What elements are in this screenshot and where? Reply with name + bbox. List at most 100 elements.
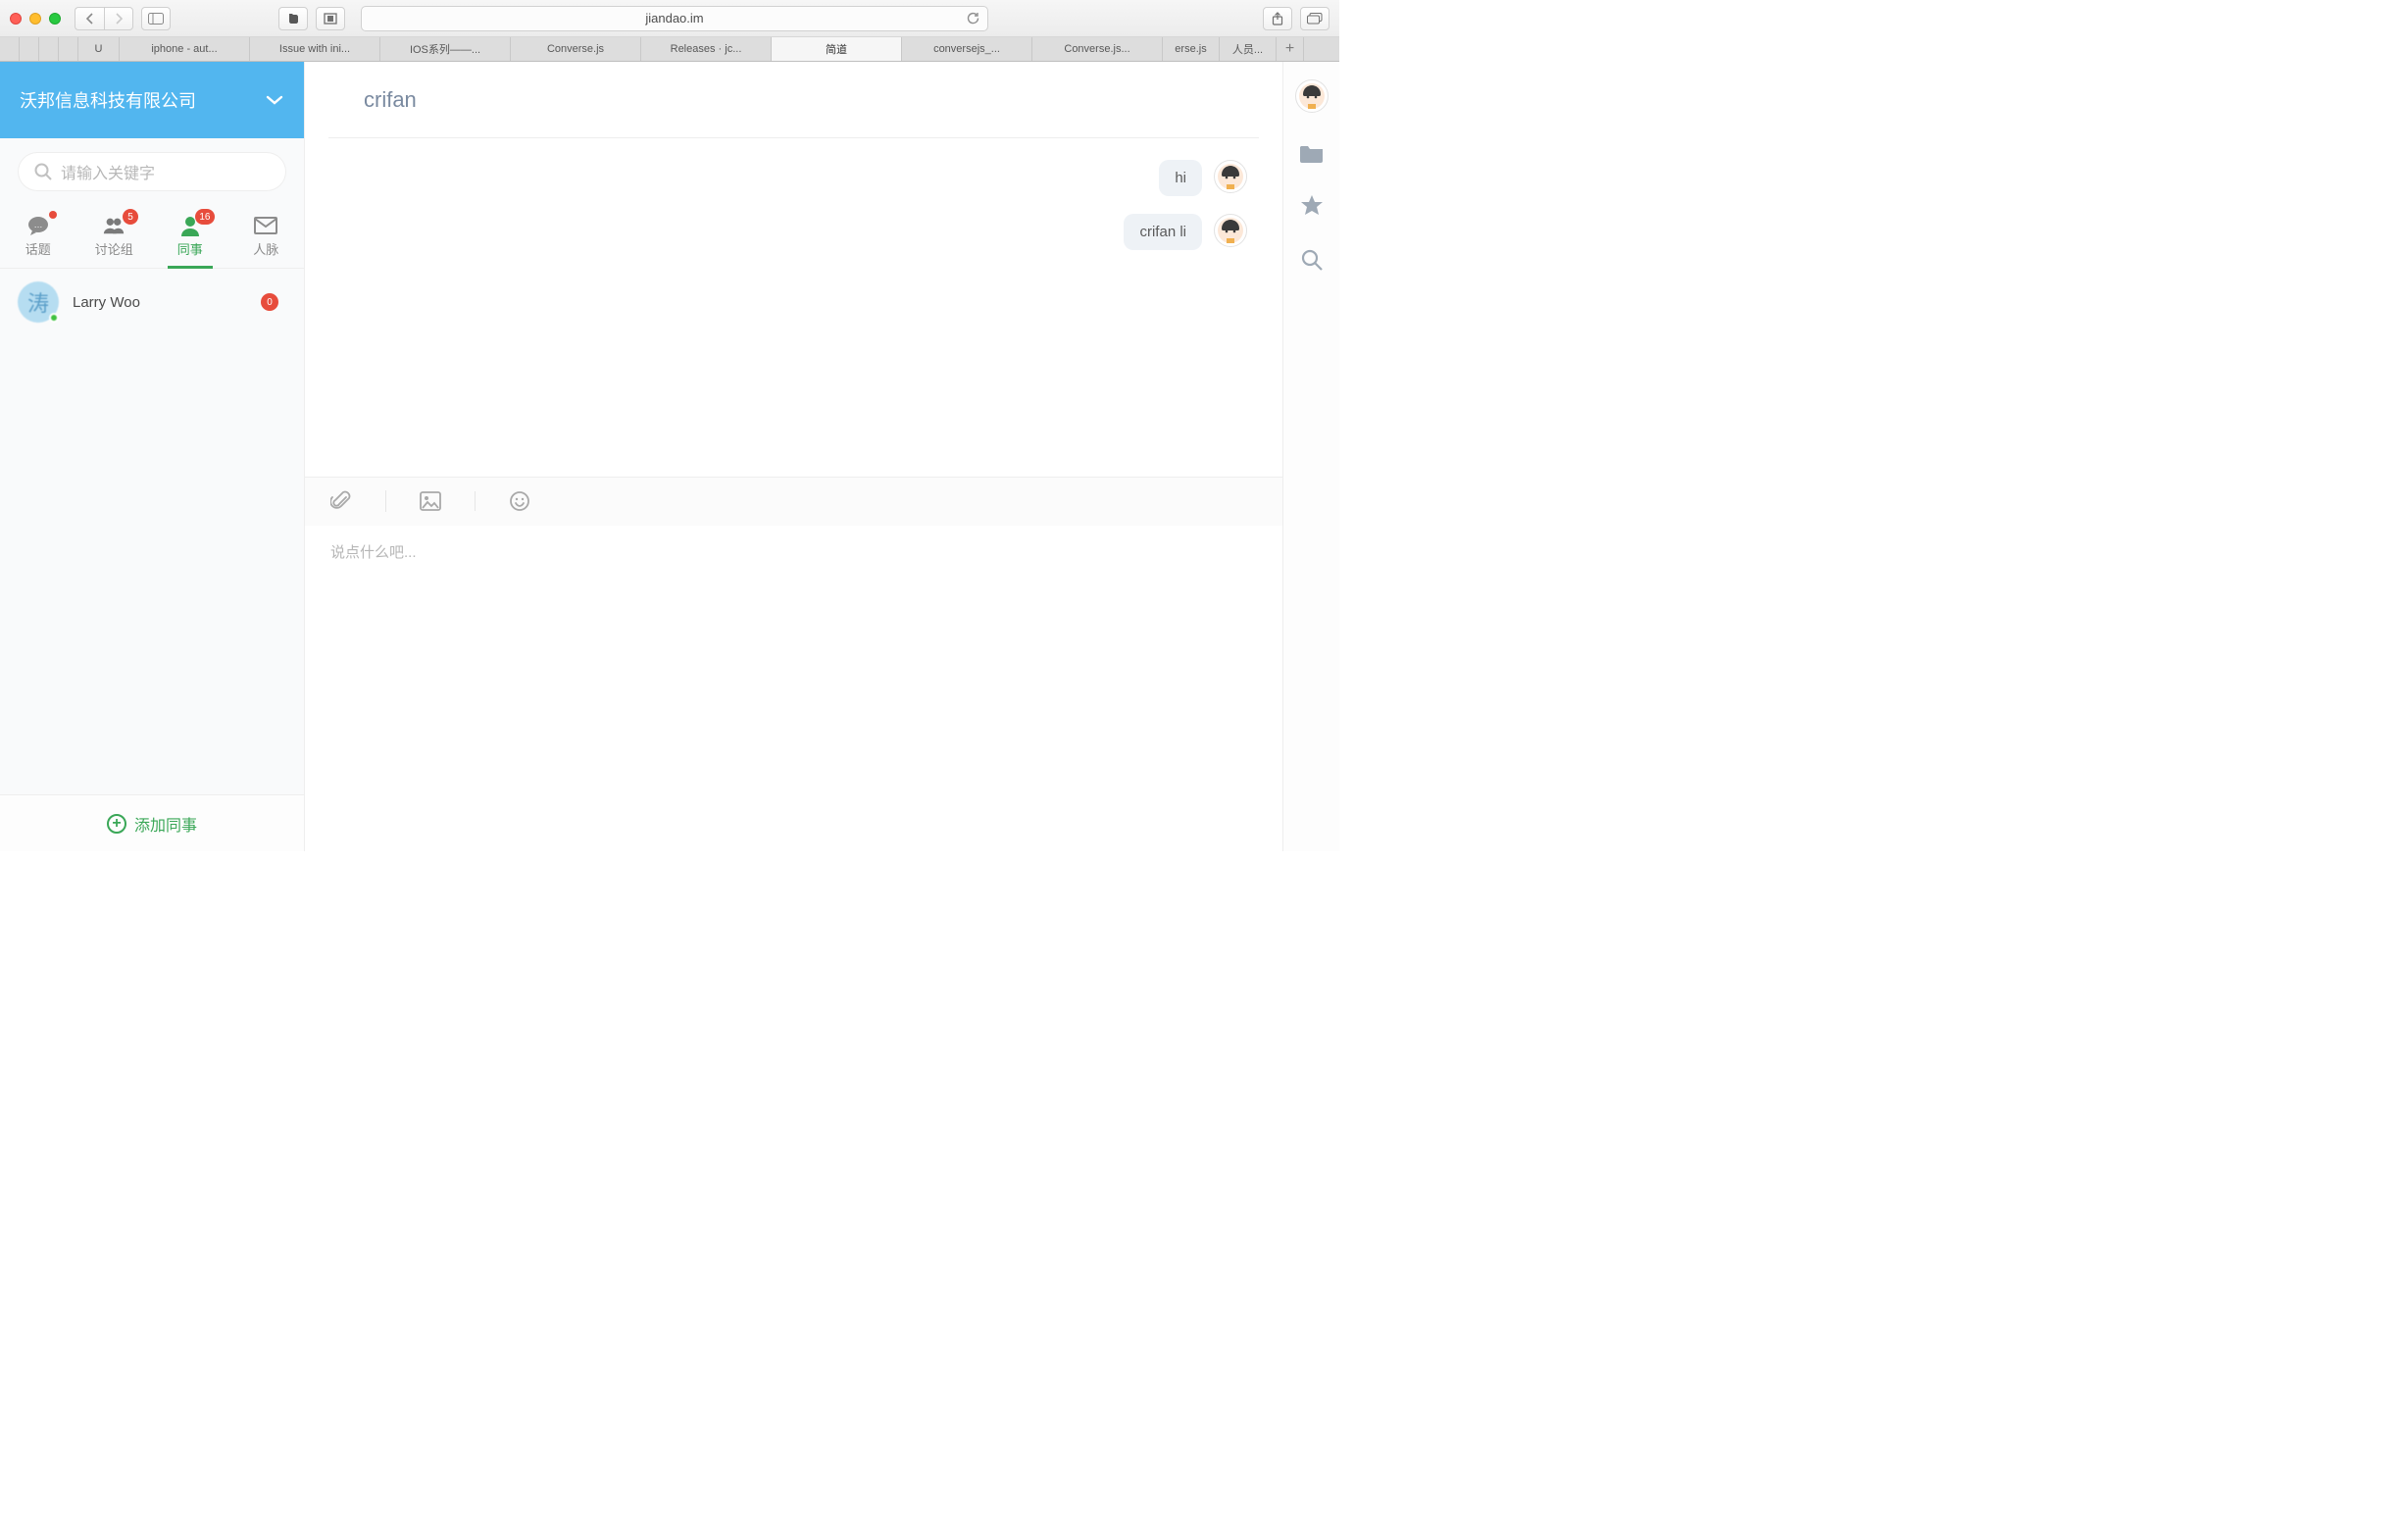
badge-count: 5 — [123, 209, 138, 225]
svg-text:…: … — [33, 220, 42, 229]
panel-icon — [148, 13, 164, 25]
emoji-button[interactable] — [509, 490, 564, 512]
message-row: hi — [340, 160, 1247, 196]
chevron-down-icon — [265, 93, 284, 107]
browser-tab[interactable] — [59, 37, 78, 61]
browser-tab[interactable] — [39, 37, 59, 61]
image-button[interactable] — [420, 491, 476, 511]
chat-title: crifan — [364, 87, 417, 113]
search-input[interactable]: 请输入关键字 — [18, 152, 286, 191]
tab-topic[interactable]: … 话题 — [0, 205, 76, 268]
message-input[interactable]: 说点什么吧... — [305, 526, 1282, 852]
right-rail — [1282, 62, 1339, 851]
company-name: 沃邦信息科技有限公司 — [20, 87, 196, 113]
chat-header: crifan — [328, 62, 1259, 138]
chat-panel: crifan hi crifan li 说点什么吧... — [305, 62, 1282, 851]
tab-contacts[interactable]: 人脉 — [228, 205, 305, 268]
chat-bubble-icon: … — [26, 215, 50, 236]
tab-label: 人脉 — [253, 239, 278, 258]
tabs-button[interactable] — [1300, 7, 1329, 30]
elephant-icon — [286, 12, 300, 25]
tab-colleague[interactable]: 同事 16 — [152, 205, 228, 268]
plus-circle-icon: + — [107, 814, 126, 834]
search-placeholder: 请输入关键字 — [61, 160, 155, 183]
sidebar-tabs: … 话题 讨论组 5 同事 16 — [0, 205, 304, 269]
tab-label: 同事 — [177, 239, 203, 258]
notification-dot — [49, 211, 57, 219]
chevron-left-icon — [85, 13, 95, 25]
back-button[interactable] — [75, 7, 104, 30]
browser-tab[interactable]: Releases · jc... — [641, 37, 772, 61]
browser-tab[interactable]: Converse.js... — [1032, 37, 1163, 61]
url-text: jiandao.im — [645, 11, 703, 25]
avatar-char: 涛 — [27, 286, 49, 318]
chevron-right-icon — [114, 13, 124, 25]
search-button[interactable] — [1300, 248, 1324, 272]
sidebar: 沃邦信息科技有限公司 请输入关键字 … 话题 讨论组 5 — [0, 62, 305, 851]
tabs-icon — [1307, 13, 1323, 25]
app-root: 沃邦信息科技有限公司 请输入关键字 … 话题 讨论组 5 — [0, 62, 1339, 851]
badge-count: 16 — [195, 209, 214, 225]
forward-button[interactable] — [104, 7, 133, 30]
browser-tab[interactable]: 简道 — [772, 37, 902, 61]
files-button[interactable] — [1299, 142, 1325, 164]
contact-list: 涛 Larry Woo 0 — [0, 269, 304, 794]
message-avatar — [1214, 214, 1247, 247]
browser-toolbar: jiandao.im — [0, 0, 1339, 37]
close-window-button[interactable] — [10, 13, 22, 25]
address-bar[interactable]: jiandao.im — [361, 6, 988, 31]
search-icon — [33, 162, 53, 181]
smile-icon — [509, 490, 530, 512]
browser-tab[interactable]: erse.js — [1163, 37, 1220, 61]
folder-icon — [1299, 142, 1325, 164]
share-icon — [1272, 12, 1283, 25]
image-icon — [420, 491, 441, 511]
reader-icon — [324, 13, 337, 25]
message-avatar — [1214, 160, 1247, 193]
browser-tab[interactable]: Converse.js — [511, 37, 641, 61]
reload-icon — [966, 12, 979, 25]
favorites-button[interactable] — [1299, 193, 1325, 219]
sidebar-search: 请输入关键字 — [0, 138, 304, 205]
share-button[interactable] — [1263, 7, 1292, 30]
search-icon — [1300, 248, 1324, 272]
message-bubble: hi — [1159, 160, 1202, 196]
current-user-avatar[interactable] — [1295, 79, 1329, 113]
tab-group[interactable]: 讨论组 5 — [76, 205, 153, 268]
sidebar-toggle-button[interactable] — [141, 7, 171, 30]
attach-button[interactable] — [330, 490, 386, 512]
company-header[interactable]: 沃邦信息科技有限公司 — [0, 62, 304, 138]
nav-buttons — [75, 7, 133, 30]
contact-name: Larry Woo — [73, 294, 140, 311]
star-icon — [1299, 193, 1325, 219]
reader-button[interactable] — [316, 7, 345, 30]
browser-tab[interactable]: IOS系列——... — [380, 37, 511, 61]
browser-tab-strip: Uiphone - aut...Issue with ini...IOS系列——… — [0, 37, 1339, 62]
contact-item[interactable]: 涛 Larry Woo 0 — [0, 269, 304, 335]
window-controls — [10, 13, 61, 25]
browser-tab[interactable]: 人员... — [1220, 37, 1277, 61]
browser-tab[interactable]: U — [78, 37, 120, 61]
minimize-window-button[interactable] — [29, 13, 41, 25]
add-colleague-label: 添加同事 — [134, 812, 197, 836]
browser-tab[interactable] — [20, 37, 39, 61]
new-tab-button[interactable]: + — [1277, 37, 1304, 61]
mail-icon — [254, 215, 277, 236]
cartoon-avatar-icon — [1298, 82, 1326, 110]
unread-badge: 0 — [261, 293, 278, 311]
tab-label: 讨论组 — [95, 239, 133, 258]
browser-tab[interactable]: iphone - aut... — [120, 37, 250, 61]
chat-body: hi crifan li — [305, 138, 1282, 477]
browser-tab[interactable]: Issue with ini... — [250, 37, 380, 61]
evernote-extension-button[interactable] — [278, 7, 308, 30]
reload-button[interactable] — [966, 12, 979, 25]
add-colleague-button[interactable]: + 添加同事 — [0, 794, 304, 851]
chat-toolbar — [305, 477, 1282, 526]
browser-tab[interactable]: conversejs_... — [902, 37, 1032, 61]
paperclip-icon — [330, 490, 352, 512]
browser-tab[interactable] — [0, 37, 20, 61]
maximize-window-button[interactable] — [49, 13, 61, 25]
message-placeholder: 说点什么吧... — [330, 544, 417, 561]
message-bubble: crifan li — [1124, 214, 1202, 250]
tab-label: 话题 — [25, 239, 51, 258]
